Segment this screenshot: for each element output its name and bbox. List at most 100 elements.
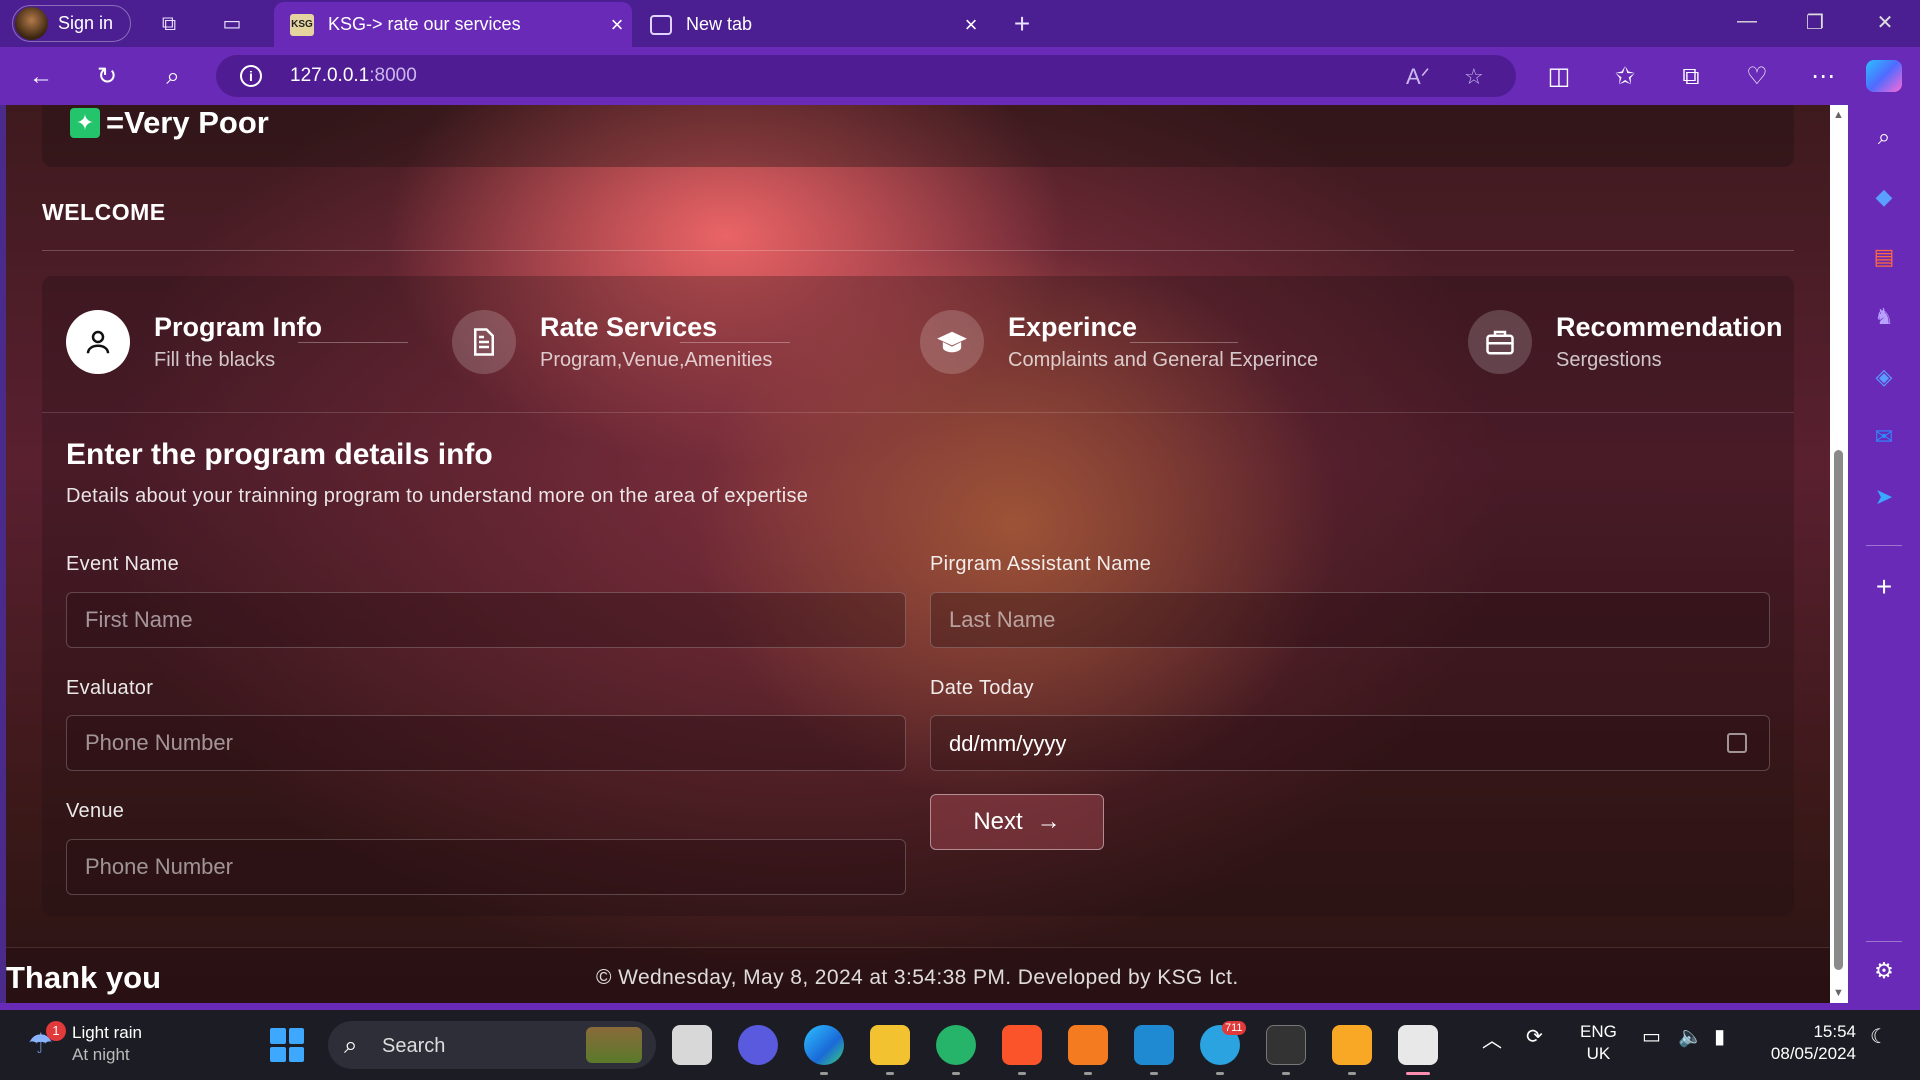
- outlook-icon[interactable]: ✉: [1870, 423, 1898, 451]
- snipping-tool-icon[interactable]: [1398, 1025, 1438, 1065]
- search-label: Search: [382, 1035, 446, 1057]
- system-clock[interactable]: 15:54 08/05/2024: [1760, 1021, 1856, 1065]
- next-button[interactable]: Next →: [930, 794, 1104, 850]
- search-icon: ⌕: [344, 1032, 358, 1059]
- copilot-icon[interactable]: [1866, 60, 1902, 92]
- close-window-icon[interactable]: ✕: [1870, 10, 1900, 35]
- browser-essentials-icon[interactable]: ♡: [1742, 62, 1772, 92]
- network-icon[interactable]: ▭: [1642, 1024, 1661, 1049]
- vscode-icon[interactable]: [1134, 1025, 1174, 1065]
- focus-moon-icon[interactable]: ☾: [1870, 1024, 1888, 1049]
- collections-icon[interactable]: ⧉: [1676, 62, 1706, 92]
- battery-icon[interactable]: ▮: [1714, 1024, 1725, 1049]
- running-indicator: [1348, 1072, 1356, 1075]
- step-program-info[interactable]: Program Info Fill the blacks: [66, 310, 322, 374]
- active-indicator: [1406, 1072, 1430, 1075]
- event-name-input[interactable]: [66, 592, 906, 648]
- event-name-label: Event Name: [66, 553, 180, 575]
- volume-icon[interactable]: 🔈: [1678, 1024, 1703, 1049]
- calendar-icon[interactable]: [1727, 733, 1747, 753]
- user-icon: [66, 310, 130, 374]
- sign-in-button[interactable]: Sign in: [12, 5, 131, 42]
- brave-browser-icon[interactable]: [1002, 1025, 1042, 1065]
- step-subtitle: Fill the blacks: [154, 349, 276, 371]
- tab-actions-icon[interactable]: ▭: [220, 12, 244, 36]
- evaluator-input[interactable]: [66, 715, 906, 771]
- venue-input[interactable]: [66, 839, 906, 895]
- close-tab-icon[interactable]: ×: [956, 12, 986, 38]
- close-tab-icon[interactable]: ×: [602, 12, 632, 38]
- read-aloud-icon[interactable]: Aᐟ: [1406, 64, 1430, 90]
- xampp-icon[interactable]: [1068, 1025, 1108, 1065]
- clock-date: 08/05/2024: [1770, 1044, 1856, 1063]
- weather-widget[interactable]: ☂ 1 Light rain At night: [28, 1021, 142, 1066]
- telegram-icon[interactable]: 711: [1200, 1021, 1246, 1065]
- favorites-icon[interactable]: ✩: [1610, 62, 1640, 92]
- umbrella-icon: ☂ 1: [28, 1021, 66, 1061]
- settings-gear-icon[interactable]: ⚙: [1870, 957, 1898, 985]
- edge-browser-icon[interactable]: [804, 1025, 844, 1065]
- language-indicator[interactable]: ENG UK: [1580, 1021, 1617, 1065]
- favorite-star-icon[interactable]: ☆: [1464, 64, 1484, 90]
- tab-new-tab[interactable]: New tab ×: [638, 2, 986, 47]
- taskbar: ☂ 1 Light rain At night ⌕ Search 711 ︿ ⟳…: [0, 1010, 1920, 1080]
- add-icon[interactable]: +: [1870, 573, 1898, 601]
- url-host: 127.0.0.1: [290, 65, 370, 86]
- url-text[interactable]: 127.0.0.1:8000: [290, 65, 417, 87]
- show-hidden-icons-icon[interactable]: ︿: [1482, 1024, 1502, 1053]
- scrollbar-thumb[interactable]: [1834, 450, 1843, 970]
- website-copier-icon[interactable]: [1266, 1025, 1306, 1065]
- step-rate-services[interactable]: Rate Services Program,Venue,Amenities: [452, 310, 772, 374]
- scroll-down-icon[interactable]: ▼: [1833, 987, 1844, 999]
- site-info-icon[interactable]: i: [240, 65, 262, 87]
- minimize-icon[interactable]: —: [1732, 10, 1762, 33]
- notification-badge: 1: [46, 1021, 66, 1041]
- assistant-name-input[interactable]: [930, 592, 1770, 648]
- tab-label: New tab: [686, 14, 753, 34]
- chatgpt-icon[interactable]: [936, 1025, 976, 1065]
- step-title: Program Info: [154, 312, 323, 342]
- split-screen-icon[interactable]: ◫: [1544, 62, 1574, 92]
- sublime-text-icon[interactable]: [1332, 1025, 1372, 1065]
- taskbar-search[interactable]: ⌕ Search: [328, 1021, 656, 1069]
- workspaces-icon[interactable]: ⧉: [157, 12, 181, 36]
- arrow-right-icon: →: [1036, 808, 1061, 835]
- teams-chat-icon[interactable]: [738, 1025, 778, 1065]
- back-icon[interactable]: ←: [26, 62, 56, 92]
- refresh-icon[interactable]: ↻: [92, 62, 122, 92]
- new-tab-plus-icon[interactable]: +: [1010, 10, 1034, 38]
- date-today-input[interactable]: dd/mm/yyyy: [930, 715, 1770, 771]
- restore-icon[interactable]: ❐: [1800, 10, 1830, 35]
- assistant-name-label: Pirgram Assistant Name: [930, 553, 1152, 575]
- ksg-favicon-icon: KSG: [290, 13, 314, 36]
- file-explorer-icon[interactable]: [870, 1025, 910, 1065]
- send-icon[interactable]: ➤: [1870, 483, 1898, 511]
- tab-ksg[interactable]: KSG KSG-> rate our services ×: [274, 2, 632, 47]
- scroll-up-icon[interactable]: ▲: [1833, 109, 1844, 121]
- step-recommendation[interactable]: Recommendation Sergestions: [1468, 310, 1783, 374]
- microsoft-365-icon[interactable]: ◈: [1870, 363, 1898, 391]
- next-label: Next: [973, 808, 1023, 835]
- sync-icon[interactable]: ⟳: [1526, 1024, 1543, 1049]
- address-bar[interactable]: i 127.0.0.1:8000 Aᐟ ☆: [216, 55, 1516, 97]
- windows-start-icon[interactable]: [270, 1028, 304, 1062]
- search-icon[interactable]: ⌕: [1870, 123, 1898, 151]
- task-view-icon[interactable]: [672, 1025, 712, 1065]
- sign-in-label: Sign in: [58, 13, 114, 33]
- tools-icon[interactable]: ▤: [1870, 243, 1898, 271]
- vertical-scrollbar[interactable]: ▲ ▼: [1830, 105, 1848, 1003]
- clock-time: 15:54: [1813, 1022, 1856, 1041]
- games-icon[interactable]: ♞: [1870, 303, 1898, 331]
- search-icon[interactable]: ⌕: [158, 62, 188, 92]
- step-subtitle: Sergestions: [1556, 349, 1662, 371]
- document-icon: [452, 310, 516, 374]
- step-experince[interactable]: Experince Complaints and General Experin…: [920, 310, 1318, 374]
- shopping-tag-icon[interactable]: ◆: [1870, 183, 1898, 211]
- running-indicator: [1216, 1072, 1224, 1075]
- briefcase-icon: [1468, 310, 1532, 374]
- form-title: Enter the program details info: [66, 438, 493, 471]
- thank-you-text: Thank you: [6, 960, 162, 995]
- sidebar-divider: [1866, 941, 1902, 942]
- more-menu-icon[interactable]: ⋯: [1808, 62, 1838, 92]
- wizard-steps: Program Info Fill the blacks Rate Servic…: [42, 276, 1794, 413]
